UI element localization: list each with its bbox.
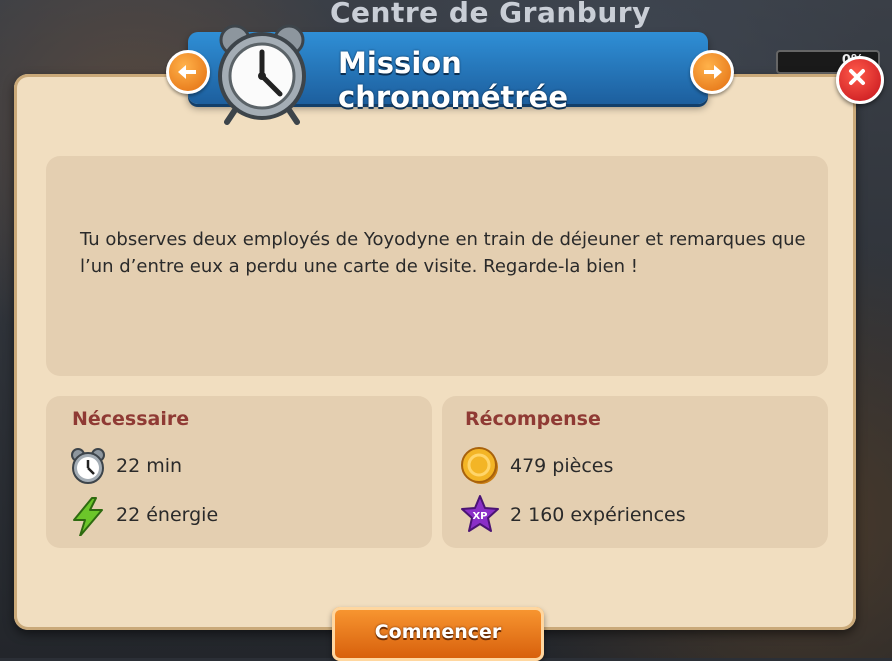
arrow-left-icon	[178, 65, 196, 79]
coin-icon	[460, 446, 500, 486]
experience-reward: 2 160 expériences	[510, 504, 686, 526]
close-button[interactable]	[836, 56, 884, 104]
location-title: Centre de Granbury	[330, 0, 651, 29]
rewards-title: Récompense	[465, 408, 601, 430]
coins-reward: 479 pièces	[510, 455, 614, 477]
previous-button[interactable]	[166, 50, 210, 94]
start-button[interactable]: Commencer	[332, 607, 544, 661]
time-required: 22 min	[116, 455, 183, 477]
alarm-clock-icon	[205, 14, 317, 126]
lightning-icon	[68, 496, 108, 537]
requirements-title: Nécessaire	[72, 408, 190, 430]
start-button-label: Commencer	[374, 621, 502, 643]
close-icon	[849, 69, 865, 85]
xp-star-icon: XP	[460, 494, 500, 534]
dialog-title: Mission chronométrée	[338, 46, 569, 114]
arrow-right-icon	[704, 65, 722, 79]
alarm-clock-icon	[68, 446, 108, 486]
energy-required: 22 énergie	[116, 504, 219, 526]
mission-description: Tu observes deux employés de Yoyodyne en…	[80, 229, 806, 277]
xp-badge-text: XP	[472, 511, 487, 522]
next-button[interactable]	[690, 50, 734, 94]
